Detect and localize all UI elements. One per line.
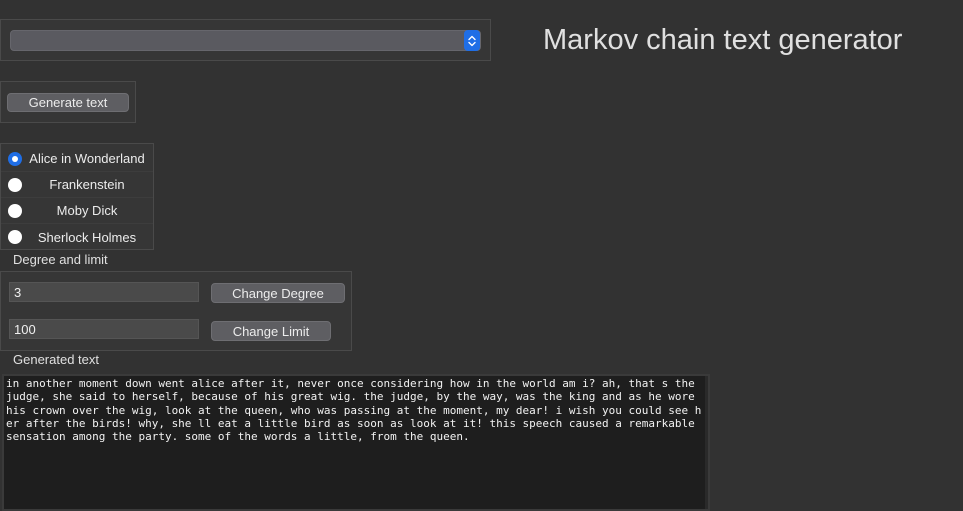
generate-text-button[interactable]: Generate text <box>7 93 129 112</box>
app-window: Markov chain text generator Generate tex… <box>0 0 963 511</box>
radio-option-moby-dick[interactable]: Moby Dick <box>1 198 153 224</box>
radio-label: Sherlock Holmes <box>37 229 137 245</box>
radio-button[interactable] <box>8 203 22 218</box>
degree-limit-panel: 3 Change Degree 100 Change Limit <box>0 271 352 351</box>
radio-option-frankenstein[interactable]: Frankenstein <box>1 172 153 198</box>
dropdown-panel <box>0 19 491 61</box>
degree-input[interactable]: 3 <box>9 282 199 302</box>
generate-panel: Generate text <box>0 81 136 123</box>
radio-button[interactable] <box>8 230 22 244</box>
radio-label: Alice in Wonderland <box>29 151 145 166</box>
radio-button[interactable] <box>8 177 22 192</box>
book-radio-group: Alice in Wonderland Frankenstein Moby Di… <box>0 143 154 250</box>
limit-input[interactable]: 100 <box>9 319 199 339</box>
change-limit-button[interactable]: Change Limit <box>211 321 331 341</box>
chevron-updown-icon[interactable] <box>464 30 480 51</box>
radio-label: Moby Dick <box>56 203 118 218</box>
text-source-select[interactable] <box>10 30 481 51</box>
generated-text-area[interactable]: in another moment down went alice after … <box>2 374 710 511</box>
change-degree-button[interactable]: Change Degree <box>211 283 345 303</box>
degree-limit-caption: Degree and limit <box>13 252 108 267</box>
generated-text-caption: Generated text <box>13 352 99 367</box>
radio-option-sherlock[interactable]: Sherlock Holmes <box>1 224 153 250</box>
page-title: Markov chain text generator <box>543 24 903 56</box>
radio-button[interactable] <box>8 151 22 166</box>
radio-label: Frankenstein <box>49 177 125 192</box>
radio-option-alice[interactable]: Alice in Wonderland <box>1 146 153 172</box>
